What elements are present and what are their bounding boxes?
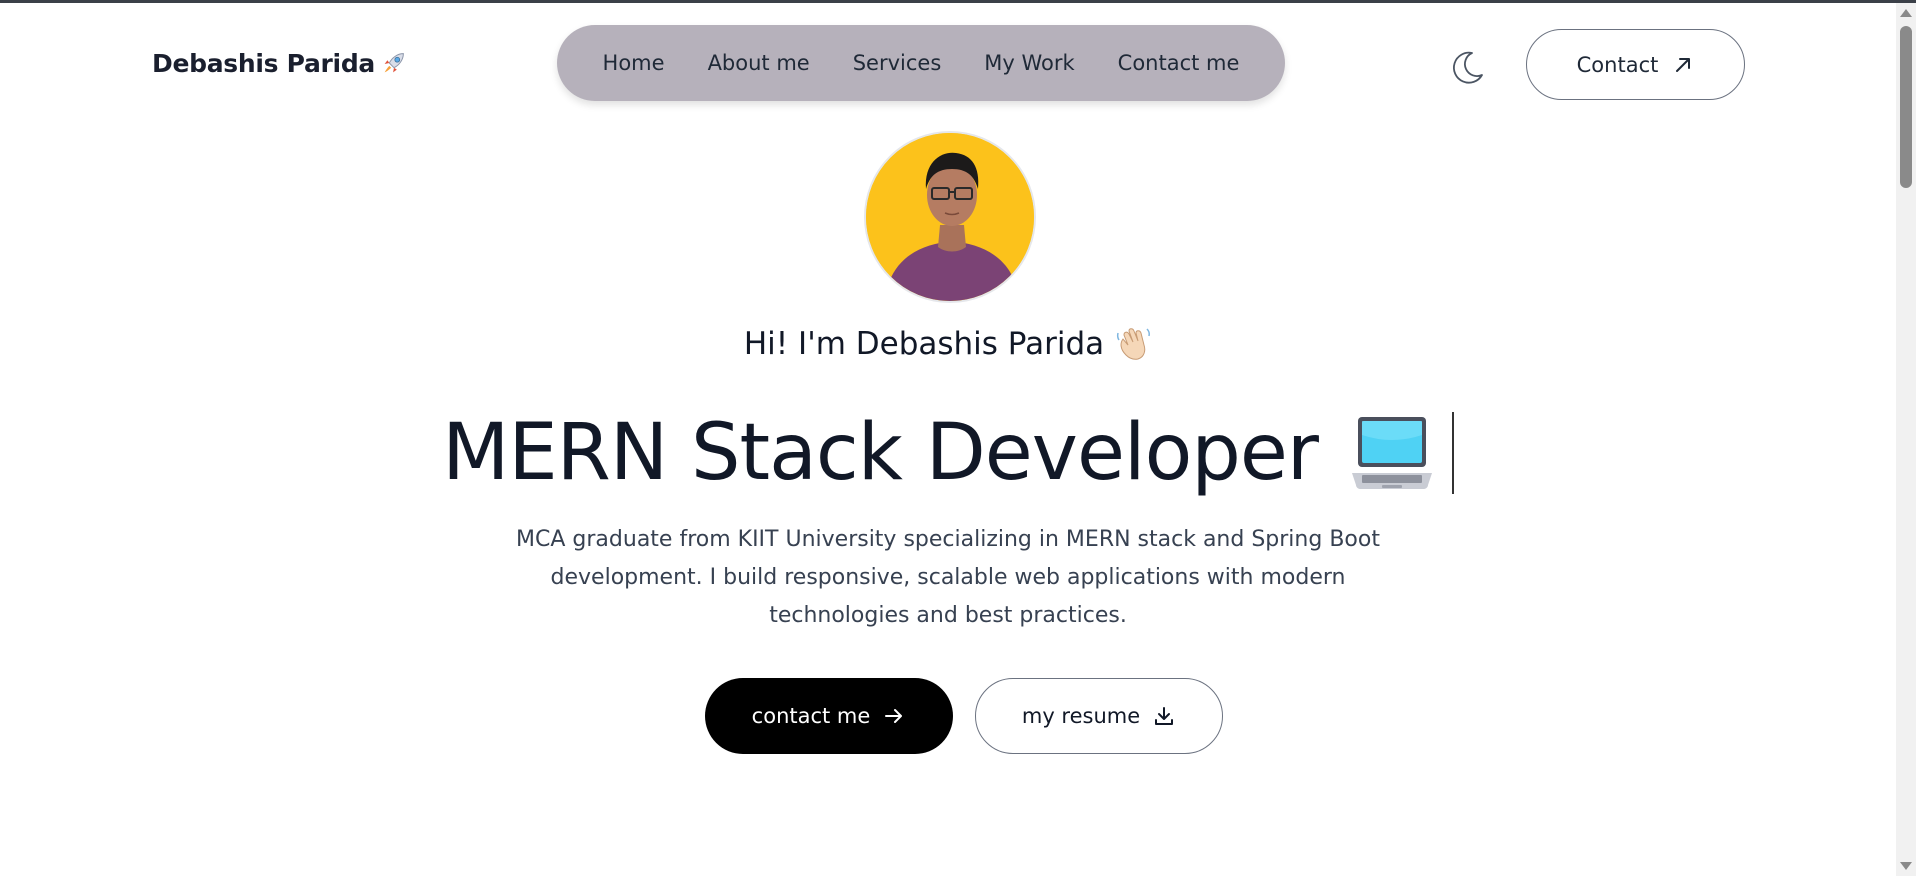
waving-hand-icon bbox=[1117, 328, 1151, 360]
page-scrollbar[interactable] bbox=[1896, 3, 1916, 876]
scroll-down-arrow[interactable] bbox=[1900, 862, 1912, 870]
header-contact-button[interactable]: Contact bbox=[1526, 29, 1745, 100]
download-icon bbox=[1155, 707, 1174, 725]
hero-description: MCA graduate from KIIT University specia… bbox=[516, 527, 1380, 628]
nav-item-about[interactable]: About me bbox=[708, 51, 810, 75]
arrow-up-right-icon bbox=[1676, 57, 1691, 72]
hero-headline: MERN Stack Developer bbox=[442, 408, 1319, 498]
nav-item-home[interactable]: Home bbox=[603, 51, 665, 75]
my-resume-label: my resume bbox=[1021, 704, 1141, 728]
scroll-up-arrow[interactable] bbox=[1900, 9, 1912, 17]
profile-photo bbox=[866, 133, 1034, 301]
nav-item-my-work[interactable]: My Work bbox=[984, 51, 1074, 75]
my-resume-button[interactable]: my resume bbox=[975, 678, 1223, 754]
typing-caret bbox=[1451, 412, 1454, 494]
page: Debashis Parida Home About me Services M… bbox=[0, 3, 1896, 876]
profile-avatar bbox=[864, 131, 1036, 303]
hero-buttons: contact me my resume bbox=[0, 678, 1896, 754]
main-navbar: Home About me Services My Work Contact m… bbox=[557, 25, 1285, 101]
contact-me-button[interactable]: contact me bbox=[705, 678, 953, 754]
greeting-text: Hi! I'm Debashis Parida bbox=[743, 326, 1105, 362]
arrow-right-icon bbox=[885, 709, 903, 723]
nav-item-services[interactable]: Services bbox=[853, 51, 942, 75]
hero-headline-row: MERN Stack Developer bbox=[0, 398, 1896, 508]
contact-me-label: contact me bbox=[751, 704, 871, 728]
laptop-icon bbox=[1351, 417, 1432, 489]
moon-icon[interactable] bbox=[1448, 47, 1488, 87]
rocket-icon bbox=[384, 53, 404, 73]
scroll-thumb[interactable] bbox=[1900, 26, 1912, 188]
logo-text: Debashis Parida bbox=[152, 48, 375, 78]
nav-item-contact[interactable]: Contact me bbox=[1118, 51, 1240, 75]
contact-button-label: Contact bbox=[1576, 52, 1659, 77]
site-logo[interactable]: Debashis Parida bbox=[152, 48, 409, 78]
hero-greeting: Hi! I'm Debashis Parida bbox=[0, 325, 1896, 363]
